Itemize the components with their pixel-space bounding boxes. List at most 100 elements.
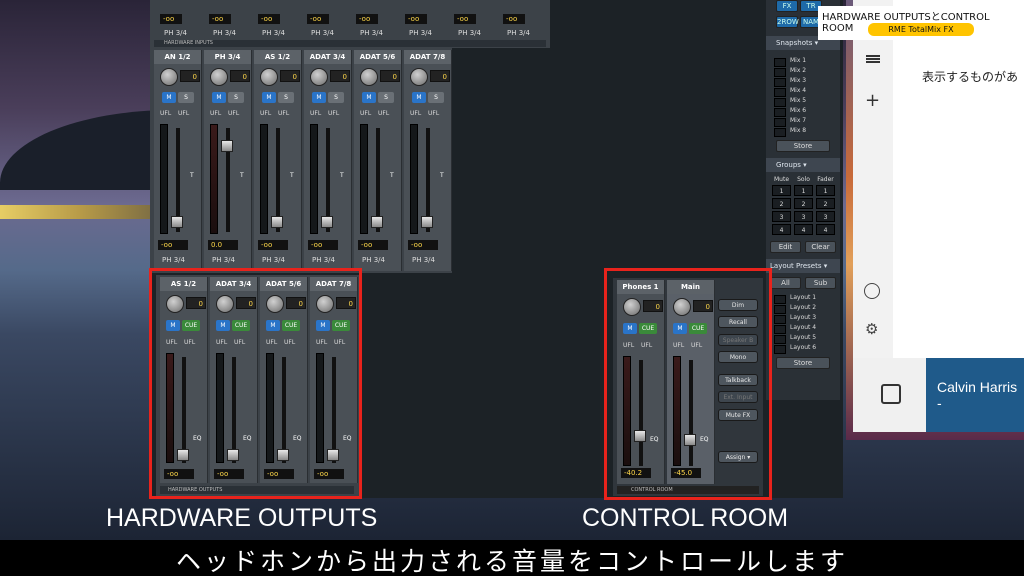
mute-button[interactable]: M <box>262 92 276 103</box>
hardware-inputs-top-row: -oo PH 3/4 -oo PH 3/4 -oo PH 3/4 -oo PH 3/4 -oo P… <box>150 0 550 48</box>
group-cell[interactable]: 2 <box>816 198 835 209</box>
fader-value: -oo <box>258 240 288 250</box>
layout-item[interactable]: Layout 3 <box>766 313 840 324</box>
snapshot-item[interactable]: Mix 1 <box>766 56 840 67</box>
control-room-highlight <box>604 268 772 500</box>
layout-item[interactable]: Layout 6 <box>766 343 840 354</box>
mute-button[interactable]: M <box>362 92 376 103</box>
top-row-ph-label: PH 3/4 <box>507 29 530 37</box>
gain-knob[interactable] <box>310 68 328 86</box>
snapshot-item[interactable]: Mix 7 <box>766 116 840 127</box>
fader-value: -oo <box>308 240 338 250</box>
trim-label: T <box>290 172 294 179</box>
ufl-label: UFL <box>278 110 290 117</box>
solo-button[interactable]: S <box>228 92 244 103</box>
plus-icon[interactable]: + <box>865 90 880 111</box>
view-toggle-button[interactable]: FX <box>776 0 798 12</box>
ufl-label: UFL <box>410 110 422 117</box>
solo-button[interactable]: S <box>378 92 394 103</box>
top-row-ph-label: PH 3/4 <box>311 29 334 37</box>
top-row-value: -oo <box>503 14 525 24</box>
gain-knob[interactable] <box>360 68 378 86</box>
groups-edit-button[interactable]: Edit <box>770 241 801 253</box>
top-row-ph-label: PH 3/4 <box>164 29 187 37</box>
view-toggle-button[interactable]: 2ROW <box>776 16 799 28</box>
groups-clear-button[interactable]: Clear <box>805 241 836 253</box>
snapshot-item[interactable]: Mix 3 <box>766 76 840 87</box>
fader-cap[interactable] <box>221 140 233 152</box>
wallpaper-sunset-glow <box>0 205 160 219</box>
groups-header[interactable]: Groups ▾ <box>766 158 840 172</box>
snapshot-store-button[interactable]: Store <box>776 140 830 152</box>
fader-cap[interactable] <box>321 216 333 228</box>
group-cell[interactable]: 3 <box>772 211 791 222</box>
gain-value: 0 <box>180 70 200 82</box>
mute-button[interactable]: M <box>412 92 426 103</box>
gain-knob[interactable] <box>210 68 228 86</box>
solo-button[interactable]: S <box>428 92 444 103</box>
snapshot-item[interactable]: Mix 2 <box>766 66 840 77</box>
top-row-value: -oo <box>209 14 231 24</box>
gain-knob[interactable] <box>160 68 178 86</box>
output-routing-label: PH 3/4 <box>362 256 385 264</box>
solo-button[interactable]: S <box>278 92 294 103</box>
layout-item[interactable]: Layout 2 <box>766 303 840 314</box>
mute-button[interactable]: M <box>212 92 226 103</box>
level-meter <box>310 124 318 234</box>
fader-cap[interactable] <box>171 216 183 228</box>
layout-all-button[interactable]: All <box>770 277 801 289</box>
group-cell[interactable]: 2 <box>772 198 791 209</box>
layout-presets-header[interactable]: Layout Presets ▾ <box>766 259 840 273</box>
gain-knob[interactable] <box>410 68 428 86</box>
top-row-value: -oo <box>356 14 378 24</box>
level-meter <box>160 124 168 234</box>
level-meter <box>260 124 268 234</box>
group-cell[interactable]: 1 <box>794 185 813 196</box>
player-album-art[interactable] <box>853 358 926 432</box>
empty-message: 表示するものがあ <box>922 70 1019 84</box>
layout-sub-button[interactable]: Sub <box>805 277 836 289</box>
ufl-label: UFL <box>228 110 240 117</box>
fader-cap[interactable] <box>421 216 433 228</box>
snapshot-item[interactable]: Mix 4 <box>766 86 840 97</box>
groups-row: 333 <box>766 211 840 222</box>
mute-button[interactable]: M <box>312 92 326 103</box>
solo-button[interactable]: S <box>328 92 344 103</box>
mute-button[interactable]: M <box>162 92 176 103</box>
ufl-label: UFL <box>360 110 372 117</box>
top-row-value: -oo <box>307 14 329 24</box>
ufl-label: UFL <box>178 110 190 117</box>
hardware-outputs-highlight <box>149 268 362 499</box>
settings-icon[interactable]: ⚙ <box>865 320 878 338</box>
solo-button[interactable]: S <box>178 92 194 103</box>
group-cell[interactable]: 2 <box>794 198 813 209</box>
fader-cap[interactable] <box>271 216 283 228</box>
group-cell[interactable]: 1 <box>772 185 791 196</box>
snapshot-item[interactable]: Mix 5 <box>766 96 840 107</box>
trim-label: T <box>340 172 344 179</box>
layout-store-button[interactable]: Store <box>776 357 830 369</box>
ufl-label: UFL <box>428 110 440 117</box>
snapshot-item[interactable]: Mix 6 <box>766 106 840 117</box>
menu-icon[interactable] <box>866 55 880 57</box>
layout-item[interactable]: Layout 1 <box>766 293 840 304</box>
fader-cap[interactable] <box>371 216 383 228</box>
input-strip-name: ADAT 3/4 <box>304 50 351 64</box>
group-cell[interactable]: 1 <box>816 185 835 196</box>
output-routing-label: PH 3/4 <box>412 256 435 264</box>
layout-item[interactable]: Layout 4 <box>766 323 840 334</box>
group-cell[interactable]: 4 <box>772 224 791 235</box>
group-cell[interactable]: 4 <box>794 224 813 235</box>
fader-value: -oo <box>358 240 388 250</box>
group-cell[interactable]: 4 <box>816 224 835 235</box>
level-meter <box>210 124 218 234</box>
gain-knob[interactable] <box>260 68 278 86</box>
snapshot-item[interactable]: Mix 8 <box>766 126 840 137</box>
account-icon[interactable] <box>864 283 880 299</box>
group-cell[interactable]: 3 <box>816 211 835 222</box>
group-cell[interactable]: 3 <box>794 211 813 222</box>
groups-row: 444 <box>766 224 840 235</box>
trim-label: T <box>190 172 194 179</box>
layout-tabs: All Sub <box>770 277 836 289</box>
layout-item[interactable]: Layout 5 <box>766 333 840 344</box>
